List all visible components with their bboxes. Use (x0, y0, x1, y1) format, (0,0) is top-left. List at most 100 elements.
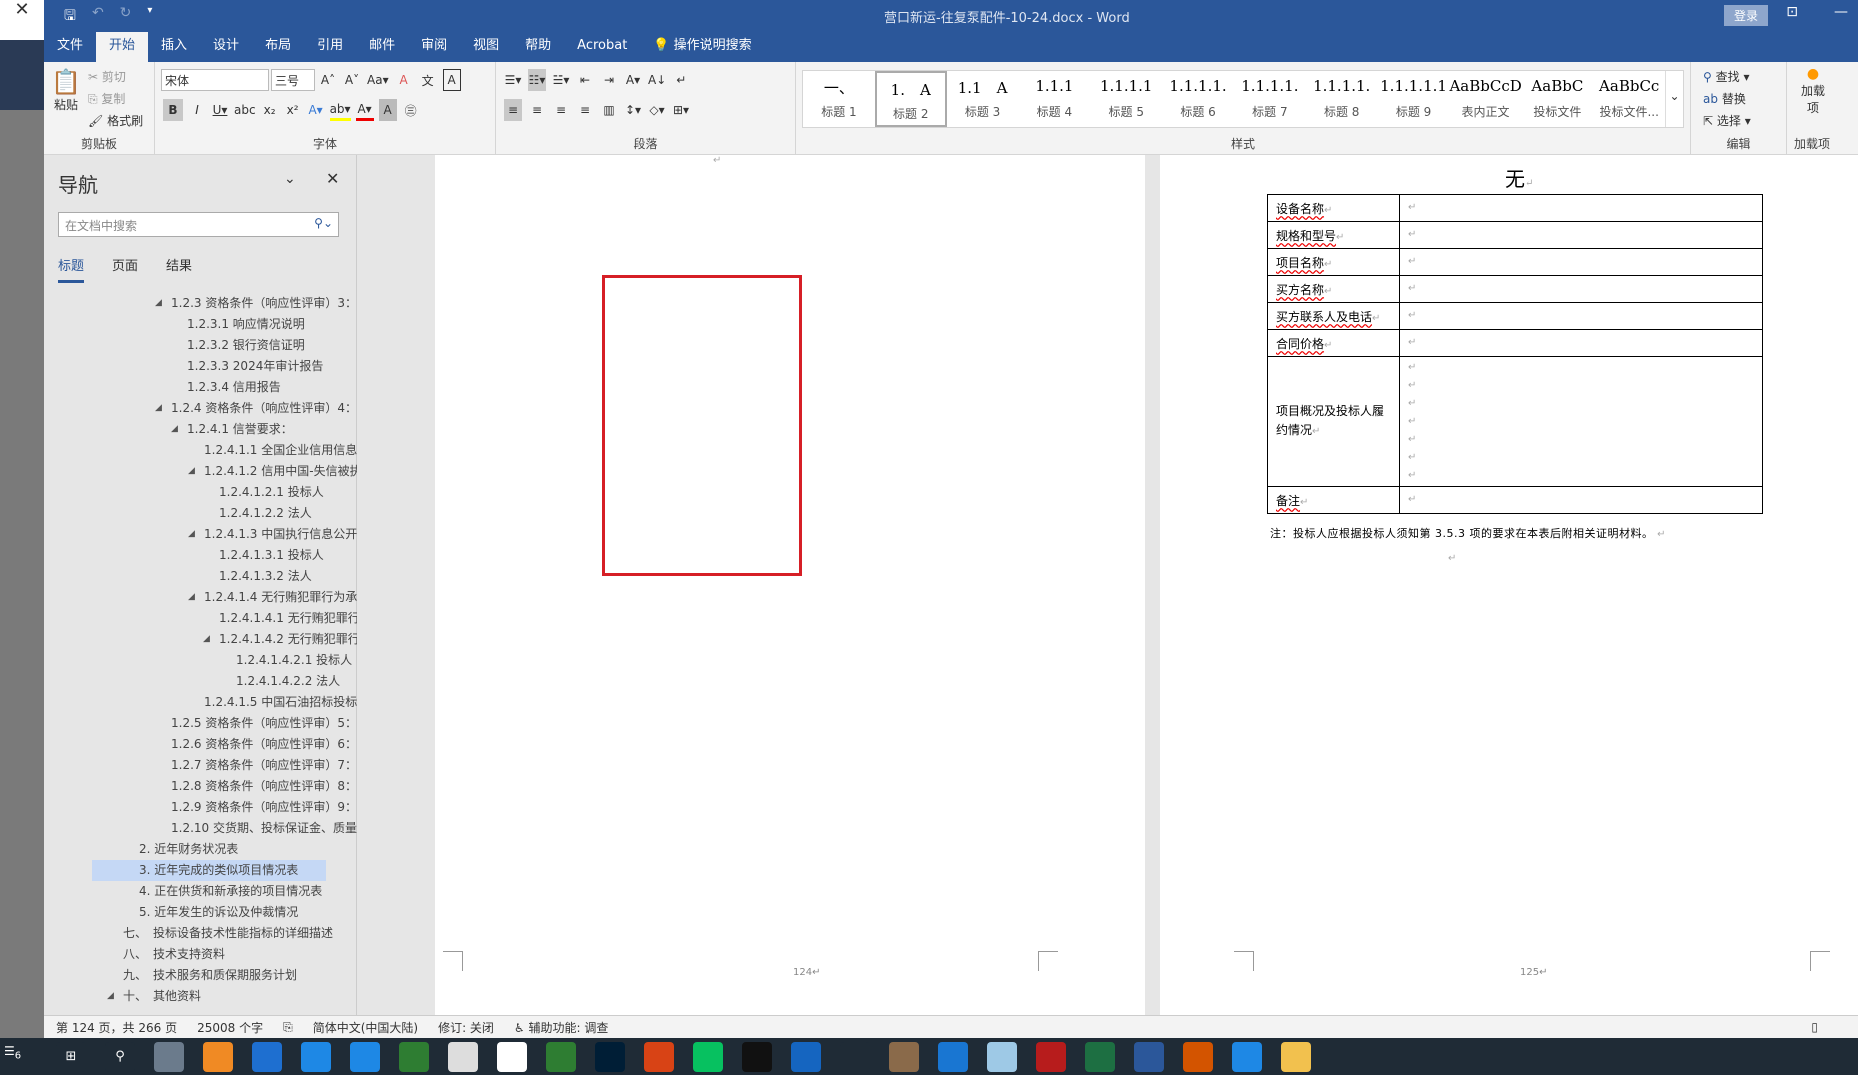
nav-heading-item[interactable]: 1.2.5 资格条件（响应性评审）5： (44, 713, 357, 734)
nav-heading-item[interactable]: 5. 近年发生的诉讼及仲裁情况 (44, 902, 357, 923)
bullets-icon[interactable]: ☰▾ (504, 69, 522, 91)
style-8[interactable]: 1.1.1.1. 标题 8 (1306, 71, 1378, 127)
notification-icon[interactable]: ☰6 (4, 1044, 21, 1061)
nav-heading-item[interactable]: ◢ 1.2.4 资格条件（响应性评审）4： (44, 398, 357, 419)
edge-icon[interactable] (938, 1041, 968, 1072)
nav-heading-item[interactable]: 1.2.4.1.4.2.2 法人 (44, 671, 357, 692)
app-qq-browser-icon[interactable] (350, 1041, 380, 1072)
nav-heading-item[interactable]: 1.2.4.1.4.2.1 投标人 (44, 650, 357, 671)
redo-icon[interactable]: ↻ (120, 5, 132, 29)
word-icon[interactable] (1134, 1041, 1164, 1072)
nav-heading-item[interactable]: 1.2.4.1.1 全国企业信用信息... (44, 440, 369, 461)
app-active-icon[interactable] (889, 1041, 919, 1072)
nav-tab-pages[interactable]: 页面 (112, 255, 138, 283)
row-value[interactable]: ↵ ↵ ↵ ↵ ↵ ↵ ↵ (1399, 356, 1763, 487)
nav-heading-item[interactable]: 1.2.6 资格条件（响应性评审）6： (44, 734, 357, 755)
app-doc-icon[interactable] (497, 1041, 527, 1072)
nav-heading-item[interactable]: ◢ 1.2.3 资格条件（响应性评审）3： (44, 293, 357, 314)
red-rectangle-shape[interactable] (602, 275, 802, 576)
justify-icon[interactable]: ≡ (576, 99, 594, 121)
app-arrow-icon[interactable] (1232, 1041, 1262, 1072)
tab-design[interactable]: 设计 (200, 32, 252, 62)
decrease-indent-icon[interactable]: ⇤ (576, 69, 594, 91)
tab-acrobat[interactable]: Acrobat (564, 32, 640, 62)
strikethrough-icon[interactable]: abc (234, 99, 256, 121)
style-3[interactable]: 1.1 A 标题 3 (947, 71, 1019, 127)
app-orange-icon[interactable] (203, 1041, 233, 1072)
close-icon[interactable]: ✕ (326, 169, 339, 188)
style-5[interactable]: 1.1.1.1 标题 5 (1090, 71, 1162, 127)
style-1[interactable]: 一、 标题 1 (803, 71, 875, 127)
char-border-icon[interactable]: A (442, 69, 461, 91)
calculator-icon[interactable] (154, 1041, 184, 1072)
expand-triangle-icon[interactable]: ◢ (155, 398, 162, 419)
style-11[interactable]: AaBbC 投标文件 (1521, 71, 1593, 127)
expand-triangle-icon[interactable]: ◢ (203, 629, 210, 650)
nav-heading-item[interactable]: 九、 技术服务和质保期服务计划 (44, 965, 357, 986)
font-color-icon[interactable]: A▾ (355, 99, 374, 121)
row-value[interactable]: ↵ (1399, 275, 1763, 303)
tab-help[interactable]: 帮助 (512, 32, 564, 62)
nav-heading-item[interactable]: 1.2.4.1.3.1 投标人 (44, 545, 357, 566)
align-right-icon[interactable]: ≡ (552, 99, 570, 121)
row-value[interactable]: ↵ (1399, 248, 1763, 276)
search-icon[interactable]: ⚲ (105, 1041, 135, 1072)
bold-icon[interactable]: B (163, 99, 183, 121)
asian-layout-icon[interactable]: A▾ (624, 69, 642, 91)
style-2[interactable]: 1. A 标题 2 (874, 71, 947, 127)
read-mode-icon[interactable]: ▯ (1811, 1020, 1818, 1034)
enclose-char-icon[interactable]: ㊂ (402, 99, 420, 121)
tab-mailings[interactable]: 邮件 (356, 32, 408, 62)
app-glass-icon[interactable] (987, 1041, 1017, 1072)
highlight-icon[interactable]: ab▾ (329, 99, 351, 121)
app-wps-icon[interactable] (1183, 1041, 1213, 1072)
minimize-icon[interactable]: — (1834, 4, 1848, 20)
windows-start-icon[interactable]: ⊞ (56, 1041, 86, 1072)
row-value[interactable]: ↵ (1399, 194, 1763, 222)
app-file-icon[interactable] (448, 1041, 478, 1072)
nav-heading-item[interactable]: 1.2.3.4 信用报告 (44, 377, 357, 398)
nav-heading-item[interactable]: ◢ 十、 其他资料 (44, 986, 357, 1007)
replace-button[interactable]: ab 替换 (1703, 88, 1780, 110)
row-value[interactable]: ↵ (1399, 329, 1763, 357)
track-changes[interactable]: 修订: 关闭 (438, 1019, 494, 1036)
cut-button[interactable]: ✂ 剪切 (88, 66, 143, 88)
nav-heading-item[interactable]: 1.2.10 交货期、投标保证金、质量... (44, 818, 368, 839)
undo-icon[interactable]: ↶ (92, 5, 104, 29)
shrink-font-icon[interactable]: A˅ (343, 69, 361, 91)
app-ie-icon[interactable] (791, 1041, 821, 1072)
style-6[interactable]: 1.1.1.1. 标题 6 (1162, 71, 1234, 127)
qq-icon[interactable] (742, 1041, 772, 1072)
nav-heading-item[interactable]: 1.2.4.1.2.1 投标人 (44, 482, 357, 503)
sort-icon[interactable]: A↓ (648, 69, 666, 91)
app-ai-icon[interactable] (840, 1041, 870, 1072)
app-blue-icon[interactable] (301, 1041, 331, 1072)
expand-triangle-icon[interactable]: ◢ (171, 419, 178, 440)
nav-heading-item[interactable]: ◢ 1.2.4.1 信誉要求： (44, 419, 357, 440)
expand-triangle-icon[interactable]: ◢ (188, 524, 195, 545)
style-10[interactable]: AaBbCcDdI表内正文 (1449, 71, 1521, 127)
nav-heading-item[interactable]: 1.2.9 资格条件（响应性评审）9： (44, 797, 357, 818)
nav-heading-item[interactable]: 八、 技术支持资料 (44, 944, 357, 965)
search-icon[interactable]: ⚲⌄ (314, 216, 333, 230)
font-size-select[interactable]: 三号 (271, 69, 315, 91)
nav-heading-item[interactable]: 七、 投标设备技术性能指标的详细描述 (44, 923, 357, 944)
tab-home[interactable]: 开始 (96, 32, 149, 62)
italic-icon[interactable]: I (188, 99, 206, 121)
row-value[interactable]: ↵ (1399, 221, 1763, 249)
nav-heading-item[interactable]: 1.2.7 资格条件（响应性评审）7： (44, 755, 357, 776)
ribbon-display-icon[interactable]: ⊡ (1786, 4, 1798, 20)
tab-layout[interactable]: 布局 (252, 32, 304, 62)
page-count[interactable]: 第 124 页，共 266 页 (56, 1019, 177, 1036)
tab-file[interactable]: 文件 (44, 32, 96, 62)
login-button[interactable]: 登录 (1724, 5, 1769, 26)
increase-indent-icon[interactable]: ⇥ (600, 69, 618, 91)
tab-review[interactable]: 审阅 (408, 32, 460, 62)
nav-heading-item[interactable]: 1.2.8 资格条件（响应性评审）8： (44, 776, 357, 797)
find-button[interactable]: ⚲ 查找 ▾ (1703, 66, 1780, 88)
styles-more-icon[interactable]: ⌄ (1665, 71, 1683, 127)
multilevel-list-icon[interactable]: ☱▾ (552, 69, 570, 91)
nav-heading-item[interactable]: 1.2.3.1 响应情况说明 (44, 314, 357, 335)
accessibility[interactable]: ♿ 辅助功能: 调查 (514, 1019, 608, 1036)
row-value[interactable]: ↵ (1399, 486, 1763, 514)
